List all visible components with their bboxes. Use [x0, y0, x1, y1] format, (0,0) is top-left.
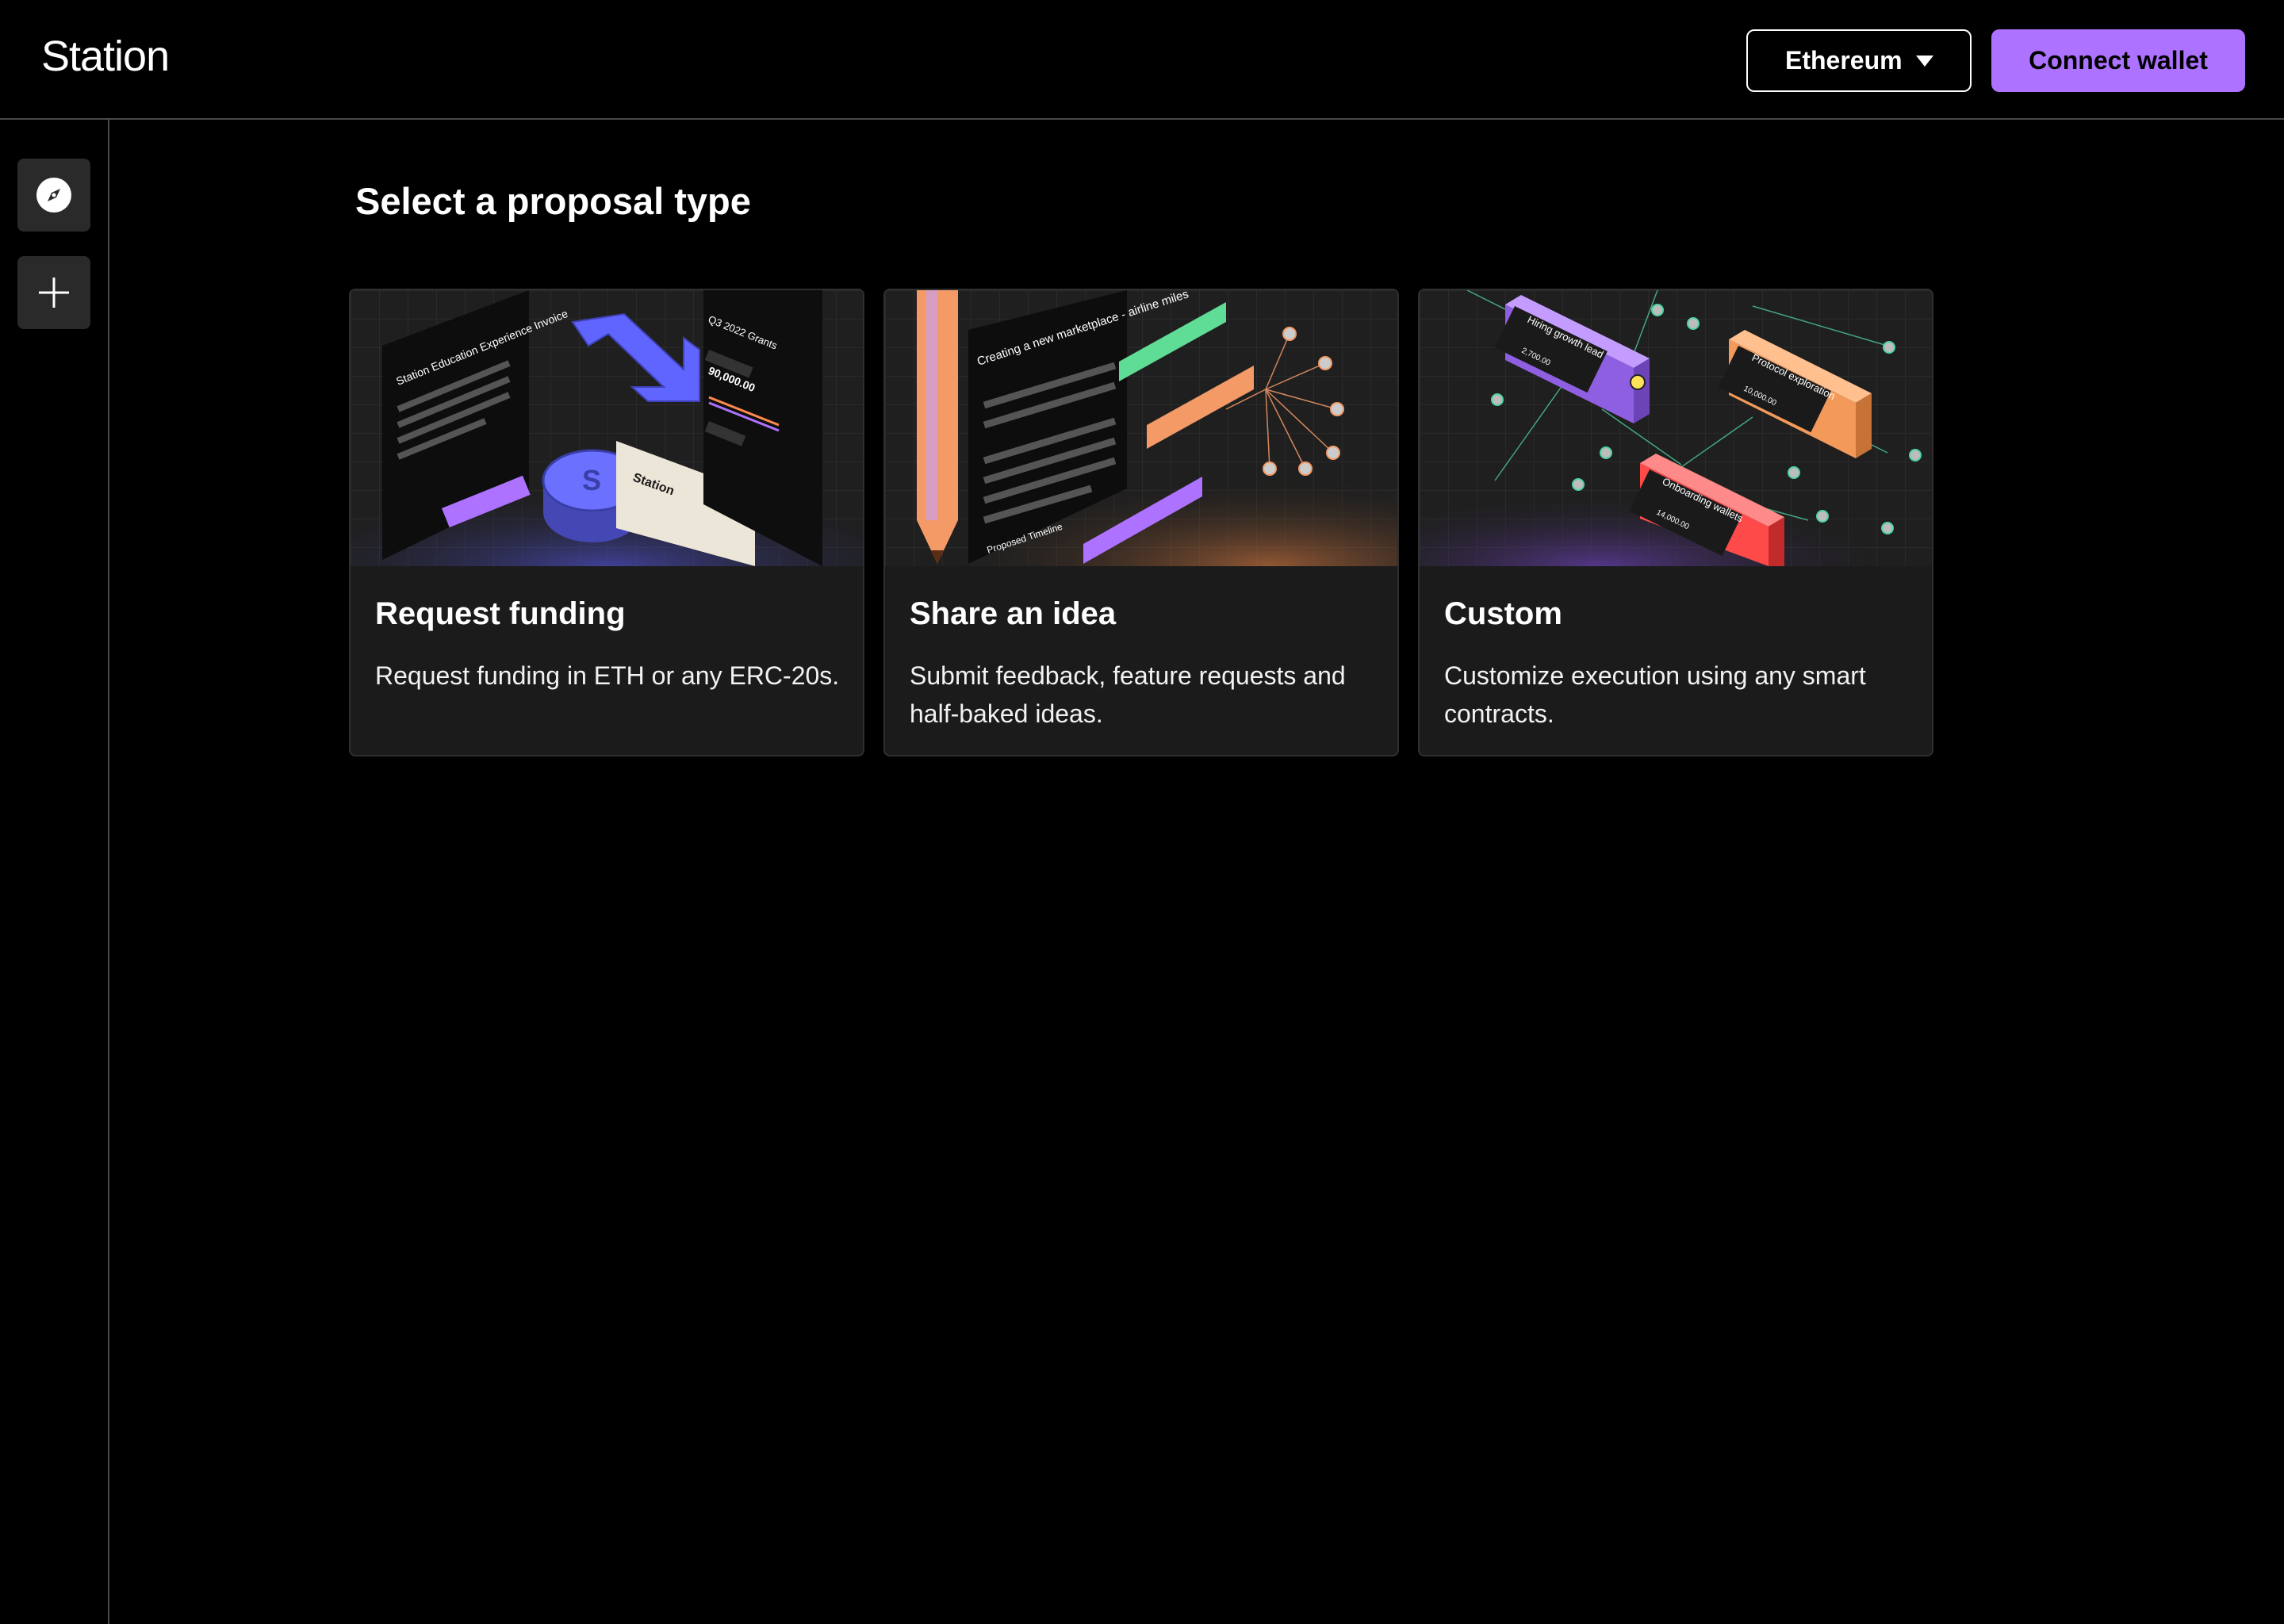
- card-title: Request funding: [375, 596, 626, 631]
- network-select[interactable]: Ethereum: [1746, 29, 1972, 92]
- card-title: Custom: [1444, 596, 1562, 631]
- proposal-card-custom[interactable]: Hiring growth lead 2,700.00 Protocol exp…: [1418, 289, 1933, 756]
- custom-illustration: Hiring growth lead 2,700.00 Protocol exp…: [1420, 290, 1932, 566]
- add-button[interactable]: [17, 256, 90, 329]
- svg-text:S: S: [582, 464, 601, 496]
- connect-wallet-button[interactable]: Connect wallet: [1991, 29, 2245, 92]
- card-title: Share an idea: [910, 596, 1117, 631]
- proposal-card-request-funding[interactable]: Station Education Experience Invoice S S…: [349, 289, 864, 756]
- top-header: Station Ethereum Connect wallet: [0, 0, 2284, 120]
- funding-illustration: Station Education Experience Invoice S S…: [351, 290, 863, 566]
- card-description: Request funding in ETH or any ERC-20s.: [375, 661, 840, 690]
- sidebar: [0, 120, 109, 1624]
- compass-icon: [36, 178, 71, 213]
- proposal-card-share-idea[interactable]: Creating a new marketplace - airline mil…: [883, 289, 1399, 756]
- explore-button[interactable]: [17, 159, 90, 232]
- card-description: Submit feedback, feature requests and ha…: [910, 661, 1346, 728]
- idea-illustration: Creating a new marketplace - airline mil…: [885, 290, 1397, 566]
- network-select-label: Ethereum: [1785, 46, 1903, 75]
- page-title: Select a proposal type: [355, 180, 751, 222]
- app-logo[interactable]: Station: [41, 32, 170, 81]
- caret-down-icon: [1916, 56, 1933, 67]
- plus-icon: [39, 278, 69, 308]
- card-description: Customize execution using any smart cont…: [1444, 661, 1866, 728]
